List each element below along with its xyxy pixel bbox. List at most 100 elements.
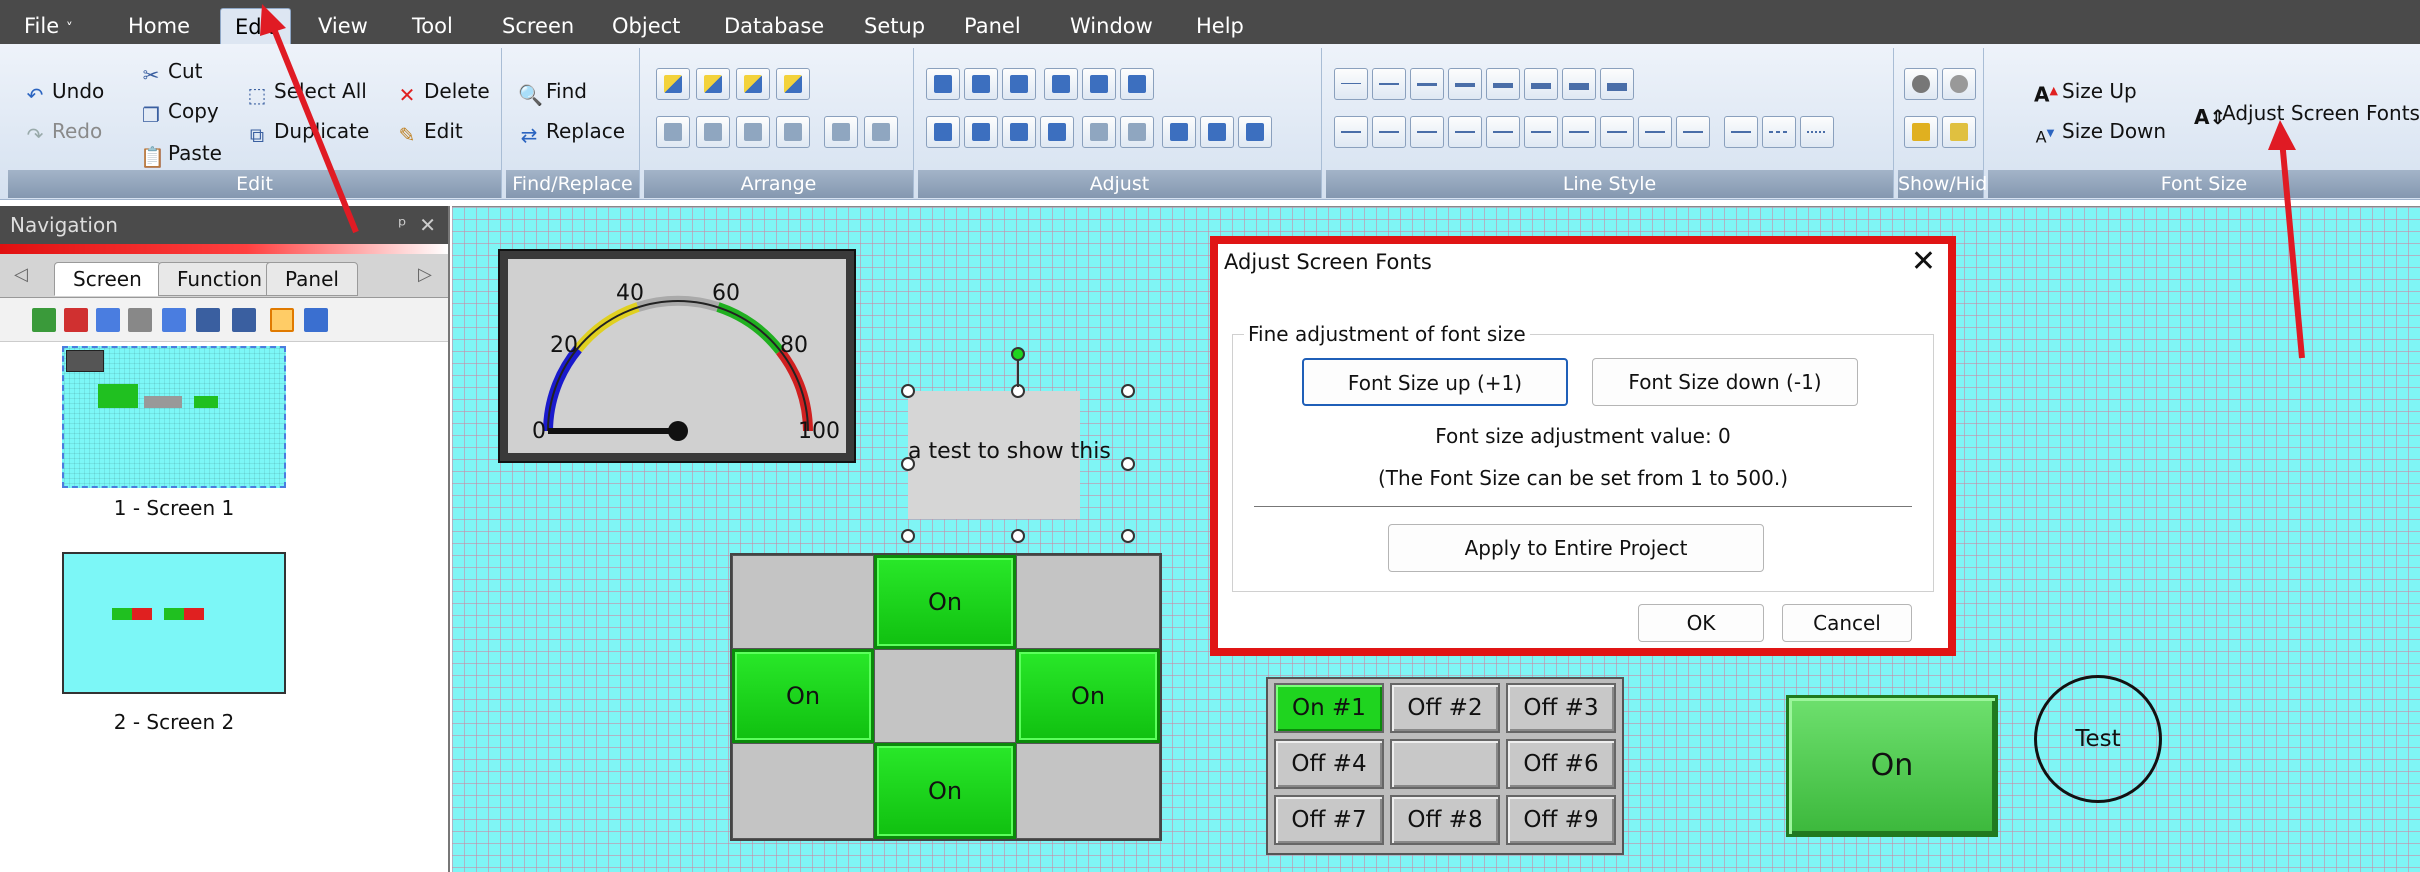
view-mode-icon[interactable] (232, 308, 256, 332)
paste-button[interactable]: 📋 Paste (140, 140, 222, 168)
arrow-right-icon[interactable] (1372, 116, 1406, 148)
menu-setup[interactable]: Setup (850, 8, 939, 44)
tab-scroll-left-icon[interactable]: ◁ (14, 264, 28, 285)
matrix-on-button[interactable]: On (732, 649, 874, 743)
resize-handle-w[interactable] (901, 457, 915, 471)
list-view-icon[interactable] (304, 308, 328, 332)
arrow-left-2-icon[interactable] (1524, 116, 1558, 148)
ok-button[interactable]: OK (1638, 604, 1764, 642)
big-on-button[interactable]: On (1786, 695, 1998, 837)
matrix-cell[interactable] (732, 555, 874, 649)
keypad-button-7[interactable]: Off #7 (1274, 795, 1384, 845)
menu-panel[interactable]: Panel (950, 8, 1035, 44)
same-width-icon[interactable] (1120, 68, 1154, 100)
menu-tool[interactable]: Tool (398, 8, 467, 44)
arrow-right-2-icon[interactable] (1486, 116, 1520, 148)
keypad-button-2[interactable]: Off #2 (1390, 683, 1500, 733)
arrow-both-2-icon[interactable] (1562, 116, 1596, 148)
pin-icon[interactable]: ᵖ (398, 213, 407, 237)
center-left-icon[interactable] (1162, 116, 1196, 148)
keypad-button-9[interactable]: Off #9 (1506, 795, 1616, 845)
same-size-icon[interactable] (1044, 68, 1078, 100)
tab-scroll-right-icon[interactable]: ▷ (418, 264, 432, 285)
flip-vertical-icon[interactable] (776, 116, 810, 148)
align-center-icon[interactable] (964, 116, 998, 148)
delete-screen-icon[interactable] (64, 308, 88, 332)
ungroup-icon[interactable] (864, 116, 898, 148)
matrix-cell[interactable] (874, 649, 1016, 743)
arrow-right-3-icon[interactable] (1600, 116, 1634, 148)
align-top-icon[interactable] (926, 68, 960, 100)
matrix-cell[interactable] (1016, 555, 1160, 649)
size-up-button[interactable]: A▲ Size Up (2034, 78, 2137, 106)
edit-button[interactable]: ✎ Edit (396, 118, 463, 146)
replace-button[interactable]: ⇄ Replace (518, 118, 626, 146)
line-width-2-icon[interactable] (1372, 68, 1406, 100)
text-object[interactable]: a test to show this (908, 391, 1111, 519)
eye-icon[interactable] (1904, 68, 1938, 100)
tab-panel[interactable]: Panel (266, 262, 358, 296)
arrow-left-icon[interactable] (1410, 116, 1444, 148)
lock-icon[interactable] (1904, 116, 1938, 148)
delete-button[interactable]: ✕ Delete (396, 78, 490, 106)
screen-properties-icon[interactable] (196, 308, 220, 332)
keypad-button-8[interactable]: Off #8 (1390, 795, 1500, 845)
bring-to-front-icon[interactable] (656, 68, 690, 100)
keypad-button-1[interactable]: On #1 (1274, 683, 1384, 733)
line-width-4-icon[interactable] (1448, 68, 1482, 100)
tab-screen[interactable]: Screen (54, 262, 161, 296)
align-right-icon[interactable] (1002, 116, 1036, 148)
duplicate-screen-icon[interactable] (162, 308, 186, 332)
space-horizontal-icon[interactable] (1120, 116, 1154, 148)
arrow-both-3-icon[interactable] (1676, 116, 1710, 148)
keypad-button-3[interactable]: Off #3 (1506, 683, 1616, 733)
menu-object[interactable]: Object (598, 8, 694, 44)
keypad-button-6[interactable]: Off #6 (1506, 739, 1616, 789)
apply-to-entire-project-button[interactable]: Apply to Entire Project (1388, 524, 1764, 572)
find-button[interactable]: 🔍 Find (518, 78, 587, 106)
center-right-icon[interactable] (1238, 116, 1272, 148)
resize-handle-se[interactable] (1121, 529, 1135, 543)
line-dotted-icon[interactable] (1800, 116, 1834, 148)
line-width-3-icon[interactable] (1410, 68, 1444, 100)
screen-1-thumbnail[interactable] (62, 346, 286, 488)
line-width-6-icon[interactable] (1524, 68, 1558, 100)
bring-forward-icon[interactable] (696, 68, 730, 100)
line-solid-icon[interactable] (1724, 116, 1758, 148)
group-icon[interactable] (824, 116, 858, 148)
screen-2-thumbnail[interactable] (62, 552, 286, 694)
resize-handle-e[interactable] (1121, 457, 1135, 471)
line-width-5-icon[interactable] (1486, 68, 1520, 100)
menu-database[interactable]: Database (710, 8, 838, 44)
resize-handle-s[interactable] (1011, 529, 1025, 543)
menu-file[interactable]: File ˅ (10, 8, 87, 44)
font-size-down-button[interactable]: Font Size down (-1) (1592, 358, 1858, 406)
menu-screen[interactable]: Screen (488, 8, 588, 44)
unlock-icon[interactable] (1942, 116, 1976, 148)
close-icon[interactable]: ✕ (419, 213, 436, 237)
screen-1-label[interactable]: 1 - Screen 1 (62, 496, 286, 520)
align-middle-icon[interactable] (964, 68, 998, 100)
new-screen-icon[interactable] (32, 308, 56, 332)
undo-button[interactable]: ↶ Undo (24, 78, 105, 106)
copy-button[interactable]: ❐ Copy (140, 98, 219, 126)
line-width-1-icon[interactable] (1334, 68, 1368, 100)
matrix-on-button[interactable]: On (1016, 649, 1160, 743)
size-down-button[interactable]: A▼ Size Down (2034, 118, 2166, 146)
arrow-left-3-icon[interactable] (1638, 116, 1672, 148)
cancel-button[interactable]: Cancel (1782, 604, 1912, 642)
test-circle-button[interactable]: Test (2034, 675, 2162, 803)
resize-handle-ne[interactable] (1121, 384, 1135, 398)
cut-button[interactable]: ✂ Cut (140, 58, 203, 86)
resize-handle-nw[interactable] (901, 384, 915, 398)
hide-eye-icon[interactable] (1942, 68, 1976, 100)
send-backward-icon[interactable] (736, 68, 770, 100)
align-left-icon[interactable] (926, 116, 960, 148)
resize-handle-sw[interactable] (901, 529, 915, 543)
keypad-button-5[interactable] (1390, 739, 1500, 789)
align-bottom-icon[interactable] (1002, 68, 1036, 100)
matrix-on-button[interactable]: On (874, 743, 1016, 839)
align-edge-icon[interactable] (1040, 116, 1074, 148)
same-height-icon[interactable] (1082, 68, 1116, 100)
thumbnail-view-icon[interactable] (270, 308, 294, 332)
